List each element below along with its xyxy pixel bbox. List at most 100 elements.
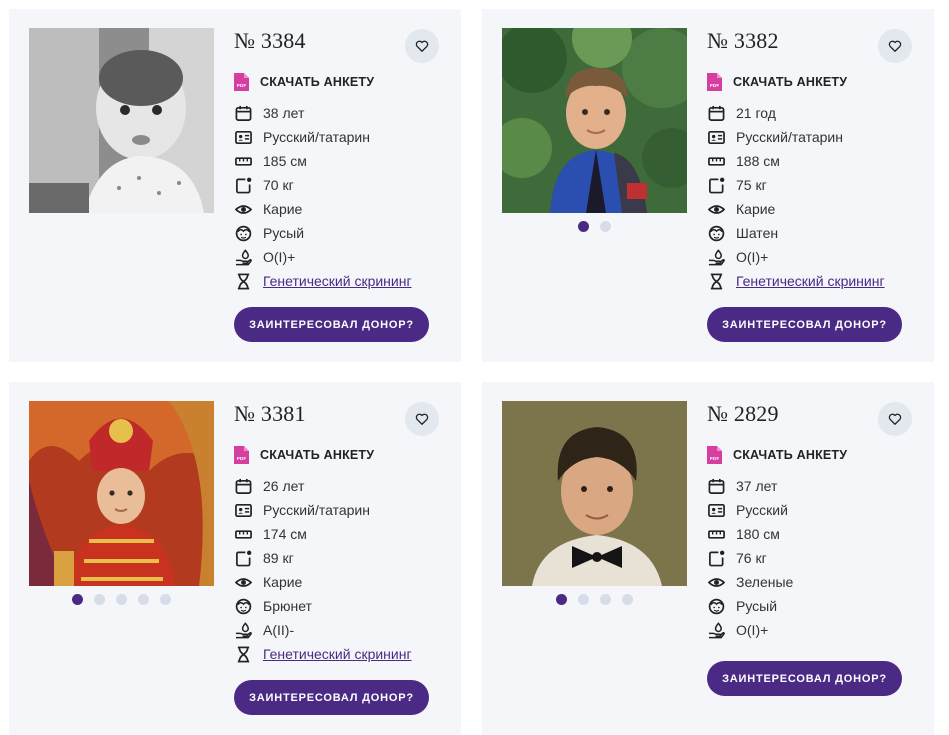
carousel-dot[interactable] — [138, 594, 149, 605]
blood-type-row: O(I)+ — [707, 618, 793, 642]
heart-icon — [415, 413, 429, 425]
eye-color-value: Карие — [736, 201, 776, 217]
blood-type-icon — [707, 248, 725, 266]
eye-color-value: Карие — [263, 574, 303, 590]
hair-color-value: Шатен — [736, 225, 779, 241]
ruler-icon — [234, 152, 252, 170]
screening-link[interactable]: Генетический скрининг — [736, 273, 885, 289]
screening-row[interactable]: Генетический скрининг — [234, 269, 412, 293]
eye-icon — [234, 200, 252, 218]
donor-card: № 3382 PDF СКАЧАТЬ АНКЕТУ 21 год Русский… — [482, 9, 934, 362]
ethnicity-row: Русский/татарин — [234, 125, 412, 149]
pdf-icon: PDF — [234, 446, 249, 464]
weight-icon — [234, 549, 252, 567]
eye-color-row: Зеленые — [707, 570, 793, 594]
carousel-dot[interactable] — [72, 594, 83, 605]
blood-type-value: O(I)+ — [263, 249, 296, 265]
download-label: СКАЧАТЬ АНКЕТУ — [260, 75, 375, 89]
interested-donor-button[interactable]: ЗАИНТЕРЕСОВАЛ ДОНОР? — [234, 680, 429, 715]
calendar-icon — [234, 104, 252, 122]
age-value: 38 лет — [263, 105, 305, 121]
hair-color-row: Шатен — [707, 221, 885, 245]
donor-photo[interactable] — [502, 401, 687, 586]
interested-donor-button[interactable]: ЗАИНТЕРЕСОВАЛ ДОНОР? — [707, 307, 902, 342]
id-card-icon — [707, 128, 725, 146]
screening-link[interactable]: Генетический скрининг — [263, 646, 412, 662]
weight-row: 76 кг — [707, 546, 793, 570]
height-row: 180 см — [707, 522, 793, 546]
ruler-icon — [707, 525, 725, 543]
blood-type-row: O(I)+ — [707, 245, 885, 269]
eye-icon — [234, 573, 252, 591]
age-row: 21 год — [707, 101, 885, 125]
interested-donor-button[interactable]: ЗАИНТЕРЕСОВАЛ ДОНОР? — [234, 307, 429, 342]
height-row: 174 см — [234, 522, 412, 546]
hair-color-value: Русый — [263, 225, 305, 241]
download-label: СКАЧАТЬ АНКЕТУ — [260, 448, 375, 462]
eye-color-value: Карие — [263, 201, 303, 217]
donor-attributes: 38 лет Русский/татарин 185 см 70 кг Кари… — [234, 101, 412, 293]
heart-icon — [888, 40, 902, 52]
carousel-dot[interactable] — [160, 594, 171, 605]
donor-photo[interactable] — [29, 401, 214, 586]
blood-type-icon — [234, 621, 252, 639]
carousel-dot[interactable] — [578, 221, 589, 232]
weight-value: 75 кг — [736, 177, 767, 193]
photo-carousel-dots — [29, 594, 214, 605]
dna-icon — [234, 645, 252, 663]
download-form-link[interactable]: PDF СКАЧАТЬ АНКЕТУ — [234, 446, 374, 464]
blood-type-row: A(II)- — [234, 618, 412, 642]
carousel-dot[interactable] — [600, 594, 611, 605]
donor-card: № 3384 PDF СКАЧАТЬ АНКЕТУ 38 лет Русский… — [9, 9, 461, 362]
download-form-link[interactable]: PDF СКАЧАТЬ АНКЕТУ — [234, 73, 374, 91]
donor-card: № 2829 PDF СКАЧАТЬ АНКЕТУ 37 лет Русский… — [482, 382, 934, 735]
donor-attributes: 26 лет Русский/татарин 174 см 89 кг Кари… — [234, 474, 412, 666]
calendar-icon — [707, 477, 725, 495]
age-row: 37 лет — [707, 474, 793, 498]
carousel-dot[interactable] — [622, 594, 633, 605]
heart-icon — [888, 413, 902, 425]
favorite-button[interactable] — [878, 29, 912, 63]
donor-number: № 3384 — [234, 28, 306, 53]
ethnicity-value: Русский/татарин — [263, 502, 370, 518]
carousel-dot[interactable] — [578, 594, 589, 605]
svg-text:PDF: PDF — [237, 456, 247, 461]
heart-icon — [415, 40, 429, 52]
hair-icon — [234, 597, 252, 615]
screening-row[interactable]: Генетический скрининг — [234, 642, 412, 666]
ethnicity-row: Русский — [707, 498, 793, 522]
hair-icon — [707, 597, 725, 615]
ethnicity-value: Русский/татарин — [263, 129, 370, 145]
carousel-dot[interactable] — [600, 221, 611, 232]
hair-color-row: Русый — [707, 594, 793, 618]
screening-link[interactable]: Генетический скрининг — [263, 273, 412, 289]
download-form-link[interactable]: PDF СКАЧАТЬ АНКЕТУ — [707, 446, 847, 464]
donor-photo[interactable] — [502, 28, 687, 213]
weight-row: 89 кг — [234, 546, 412, 570]
height-value: 174 см — [263, 526, 307, 542]
age-value: 21 год — [736, 105, 776, 121]
photo-carousel-dots — [502, 594, 687, 605]
interested-donor-button[interactable]: ЗАИНТЕРЕСОВАЛ ДОНОР? — [707, 661, 902, 696]
favorite-button[interactable] — [878, 402, 912, 436]
screening-row[interactable]: Генетический скрининг — [707, 269, 885, 293]
dna-icon — [707, 272, 725, 290]
calendar-icon — [234, 477, 252, 495]
favorite-button[interactable] — [405, 29, 439, 63]
weight-icon — [234, 176, 252, 194]
eye-icon — [707, 573, 725, 591]
hair-color-value: Русый — [736, 598, 778, 614]
donor-card: № 3381 PDF СКАЧАТЬ АНКЕТУ 26 лет Русский… — [9, 382, 461, 735]
carousel-dot[interactable] — [556, 594, 567, 605]
donor-photo[interactable] — [29, 28, 214, 213]
blood-type-icon — [234, 248, 252, 266]
carousel-dot[interactable] — [94, 594, 105, 605]
height-row: 185 см — [234, 149, 412, 173]
ethnicity-row: Русский/татарин — [234, 498, 412, 522]
pdf-icon: PDF — [707, 73, 722, 91]
download-form-link[interactable]: PDF СКАЧАТЬ АНКЕТУ — [707, 73, 847, 91]
donor-number: № 3381 — [234, 401, 306, 426]
donor-number: № 2829 — [707, 401, 779, 426]
carousel-dot[interactable] — [116, 594, 127, 605]
favorite-button[interactable] — [405, 402, 439, 436]
